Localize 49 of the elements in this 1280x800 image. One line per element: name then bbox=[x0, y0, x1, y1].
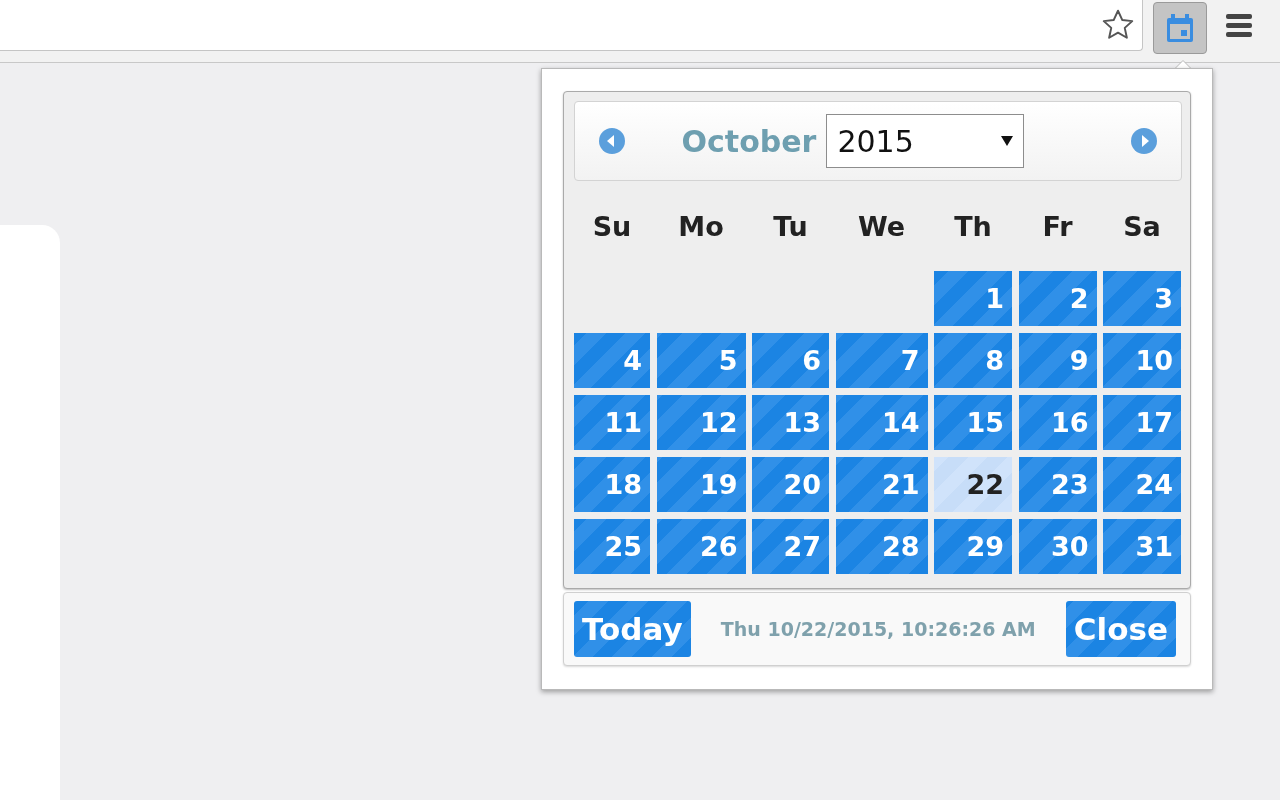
day-cell[interactable]: 6 bbox=[752, 333, 829, 388]
day-cell[interactable]: 5 bbox=[656, 333, 746, 388]
menu-icon bbox=[1226, 13, 1252, 37]
day-cell[interactable]: 29 bbox=[934, 519, 1012, 574]
day-cell[interactable]: 3 bbox=[1103, 271, 1181, 326]
today-button[interactable]: Today bbox=[574, 601, 691, 657]
day-cell[interactable]: 12 bbox=[656, 395, 746, 450]
weekday-label: We bbox=[856, 210, 907, 244]
day-cell[interactable]: 24 bbox=[1103, 457, 1181, 512]
day-cell[interactable]: 21 bbox=[835, 457, 928, 512]
day-cell[interactable]: 11 bbox=[574, 395, 650, 450]
day-cell[interactable]: 19 bbox=[656, 457, 746, 512]
month-label: October bbox=[681, 123, 817, 159]
weekday-label: Tu bbox=[772, 210, 809, 244]
previous-month-button[interactable] bbox=[599, 128, 625, 154]
weekday-label: Th bbox=[953, 210, 993, 244]
day-cell[interactable]: 4 bbox=[574, 333, 650, 388]
weekday-label: Mo bbox=[677, 210, 725, 244]
calendar-extension-button[interactable] bbox=[1153, 2, 1207, 54]
year-dropdown[interactable]: 2015 bbox=[826, 114, 1025, 168]
calendar-icon bbox=[1166, 13, 1194, 43]
close-button[interactable]: Close bbox=[1065, 601, 1176, 657]
next-month-button[interactable] bbox=[1131, 128, 1157, 154]
day-cell[interactable]: 2 bbox=[1018, 271, 1097, 326]
day-cell[interactable]: 17 bbox=[1103, 395, 1181, 450]
day-cell[interactable]: 8 bbox=[934, 333, 1012, 388]
day-cell[interactable]: 23 bbox=[1018, 457, 1097, 512]
day-cell[interactable]: 20 bbox=[752, 457, 829, 512]
day-cell[interactable]: 7 bbox=[835, 333, 928, 388]
weekday-label: Su bbox=[591, 210, 633, 244]
dropdown-caret-icon bbox=[1001, 136, 1014, 146]
day-cell[interactable]: 18 bbox=[574, 457, 650, 512]
day-cell[interactable]: 10 bbox=[1103, 333, 1181, 388]
day-cell[interactable]: 1 bbox=[934, 271, 1012, 326]
day-cell[interactable]: 13 bbox=[752, 395, 829, 450]
day-cell[interactable]: 22 bbox=[934, 457, 1012, 512]
weekday-label: Sa bbox=[1122, 210, 1162, 244]
day-cell[interactable]: 27 bbox=[752, 519, 829, 574]
day-cell[interactable]: 31 bbox=[1103, 519, 1181, 574]
day-cell[interactable]: 16 bbox=[1018, 395, 1097, 450]
day-cell[interactable]: 14 bbox=[835, 395, 928, 450]
weekday-label: Fr bbox=[1041, 210, 1074, 244]
day-cell[interactable]: 15 bbox=[934, 395, 1012, 450]
day-cell[interactable]: 25 bbox=[574, 519, 650, 574]
day-cell[interactable]: 26 bbox=[656, 519, 746, 574]
day-cell[interactable]: 28 bbox=[835, 519, 928, 574]
day-cell[interactable]: 9 bbox=[1018, 333, 1097, 388]
day-cell[interactable]: 30 bbox=[1018, 519, 1097, 574]
current-datetime: Thu 10/22/2015, 10:26:26 AM bbox=[720, 618, 1036, 640]
